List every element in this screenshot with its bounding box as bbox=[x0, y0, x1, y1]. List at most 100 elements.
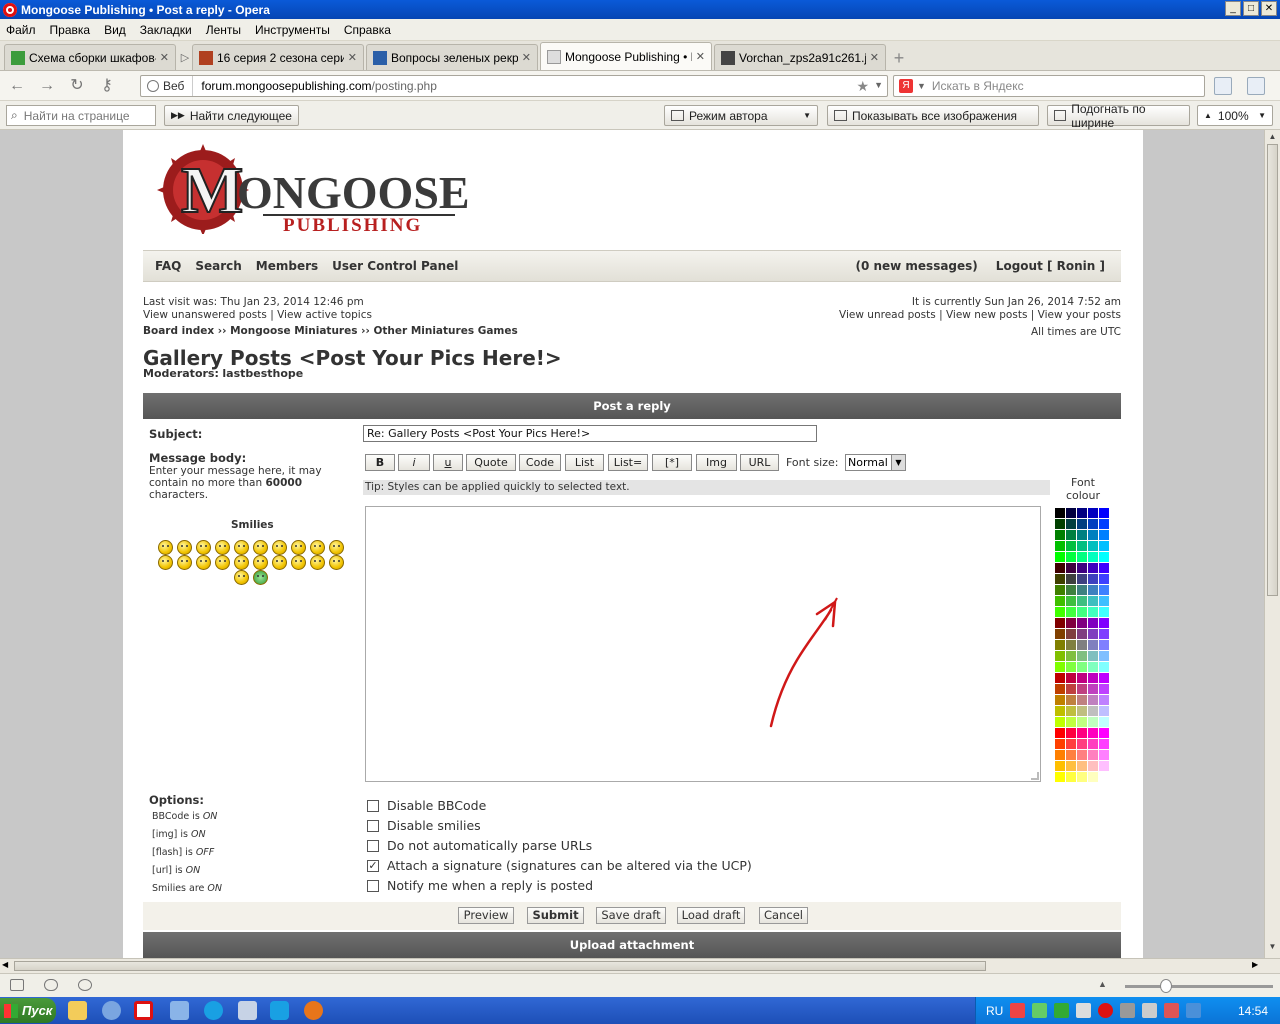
palette-colour[interactable] bbox=[1066, 530, 1076, 540]
panel-toggle-icon[interactable] bbox=[10, 979, 24, 991]
smiley-icon[interactable] bbox=[177, 555, 192, 570]
scroll-left-icon[interactable]: ◀ bbox=[2, 960, 8, 969]
crumb-board-index[interactable]: Board index bbox=[143, 325, 214, 337]
smiley-icon[interactable] bbox=[196, 540, 211, 555]
list-item-button[interactable]: [*] bbox=[652, 454, 692, 471]
palette-colour[interactable] bbox=[1055, 673, 1065, 683]
quote-button[interactable]: Quote bbox=[466, 454, 516, 471]
menu-tools[interactable]: Инструменты bbox=[255, 23, 330, 37]
palette-colour[interactable] bbox=[1066, 706, 1076, 716]
palette-colour[interactable] bbox=[1055, 772, 1065, 782]
tab-1[interactable]: Схема сборки шкафов-... ✕ bbox=[4, 44, 176, 70]
palette-colour[interactable] bbox=[1055, 717, 1065, 727]
palette-colour[interactable] bbox=[1055, 519, 1065, 529]
key-icon[interactable]: ⚷ bbox=[94, 75, 120, 97]
reload-icon[interactable]: ↻ bbox=[64, 75, 90, 97]
smiley-icon[interactable] bbox=[234, 540, 249, 555]
palette-colour[interactable] bbox=[1077, 651, 1087, 661]
palette-colour[interactable] bbox=[1088, 651, 1098, 661]
smiley-icon[interactable] bbox=[158, 540, 173, 555]
subject-input[interactable]: Re: Gallery Posts <Post Your Pics Here!> bbox=[363, 425, 817, 442]
palette-colour[interactable] bbox=[1066, 673, 1076, 683]
palette-colour[interactable] bbox=[1088, 695, 1098, 705]
font-size-select[interactable]: Normal ▼ bbox=[845, 454, 906, 471]
palette-colour[interactable] bbox=[1077, 552, 1087, 562]
tab-2[interactable]: 16 серия 2 сезона сери... ✕ bbox=[192, 44, 364, 70]
palette-colour[interactable] bbox=[1066, 508, 1076, 518]
palette-colour[interactable] bbox=[1055, 662, 1065, 672]
palette-colour[interactable] bbox=[1055, 640, 1065, 650]
palette-colour[interactable] bbox=[1099, 530, 1109, 540]
smiley-icon[interactable] bbox=[291, 555, 306, 570]
palette-colour[interactable] bbox=[1077, 684, 1087, 694]
palette-colour[interactable] bbox=[1099, 728, 1109, 738]
smiley-icon[interactable] bbox=[215, 540, 230, 555]
underline-button[interactable]: u bbox=[433, 454, 463, 471]
url-button[interactable]: URL bbox=[740, 454, 779, 471]
your-posts-link[interactable]: View your posts bbox=[1038, 309, 1121, 321]
palette-colour[interactable] bbox=[1055, 761, 1065, 771]
palette-colour[interactable] bbox=[1077, 761, 1087, 771]
smiley-icon[interactable] bbox=[253, 540, 268, 555]
smiley-icon[interactable] bbox=[253, 570, 268, 585]
palette-colour[interactable] bbox=[1099, 673, 1109, 683]
attach-signature-option[interactable]: ✓ Attach a signature (signatures can be a… bbox=[367, 858, 752, 873]
palette-colour[interactable] bbox=[1099, 695, 1109, 705]
palette-colour[interactable] bbox=[1066, 651, 1076, 661]
menu-bookmarks[interactable]: Закладки bbox=[140, 23, 192, 37]
palette-colour[interactable] bbox=[1066, 750, 1076, 760]
maximize-button[interactable]: □ bbox=[1243, 1, 1259, 16]
palette-colour[interactable] bbox=[1077, 640, 1087, 650]
speed-dial-icon[interactable] bbox=[78, 979, 92, 991]
palette-colour[interactable] bbox=[1088, 629, 1098, 639]
palette-colour[interactable] bbox=[1066, 717, 1076, 727]
palette-colour[interactable] bbox=[1055, 695, 1065, 705]
logout-link[interactable]: Logout [ Ronin ] bbox=[996, 259, 1105, 273]
tab-scroll-icon[interactable]: ▷ bbox=[178, 44, 192, 70]
palette-colour[interactable] bbox=[1077, 706, 1087, 716]
opera-taskbar-icon[interactable] bbox=[134, 1001, 153, 1020]
close-icon[interactable]: ✕ bbox=[348, 51, 357, 64]
menu-file[interactable]: Файл bbox=[6, 23, 36, 37]
palette-colour[interactable] bbox=[1088, 750, 1098, 760]
palette-colour[interactable] bbox=[1055, 629, 1065, 639]
no-parse-urls-checkbox[interactable] bbox=[367, 839, 379, 852]
preview-button[interactable]: Preview bbox=[458, 907, 514, 924]
palette-colour[interactable] bbox=[1088, 530, 1098, 540]
tab-5[interactable]: Vorchan_zps2a91c261.j... ✕ bbox=[714, 44, 886, 70]
palette-colour[interactable] bbox=[1066, 684, 1076, 694]
palette-colour[interactable] bbox=[1077, 629, 1087, 639]
palette-colour[interactable] bbox=[1088, 684, 1098, 694]
scroll-thumb[interactable] bbox=[1267, 144, 1278, 596]
palette-colour[interactable] bbox=[1099, 563, 1109, 573]
load-draft-button[interactable]: Load draft bbox=[677, 907, 745, 924]
palette-colour[interactable] bbox=[1066, 728, 1076, 738]
palette-colour[interactable] bbox=[1077, 662, 1087, 672]
save-draft-button[interactable]: Save draft bbox=[596, 907, 666, 924]
smiley-icon[interactable] bbox=[272, 555, 287, 570]
tray-icon[interactable] bbox=[1010, 1003, 1025, 1018]
palette-colour[interactable] bbox=[1066, 739, 1076, 749]
tray-icon[interactable] bbox=[1054, 1003, 1069, 1018]
author-mode-dropdown[interactable]: Режим автора ▼ bbox=[664, 105, 818, 126]
calculator-icon[interactable] bbox=[238, 1001, 257, 1020]
palette-colour[interactable] bbox=[1099, 706, 1109, 716]
palette-colour[interactable] bbox=[1099, 519, 1109, 529]
list-button[interactable]: List bbox=[565, 454, 604, 471]
palette-colour[interactable] bbox=[1077, 596, 1087, 606]
palette-colour[interactable] bbox=[1066, 596, 1076, 606]
close-icon[interactable]: ✕ bbox=[522, 51, 531, 64]
palette-colour[interactable] bbox=[1099, 750, 1109, 760]
message-textarea[interactable] bbox=[365, 506, 1041, 782]
palette-colour[interactable] bbox=[1099, 552, 1109, 562]
palette-colour[interactable] bbox=[1099, 640, 1109, 650]
palette-colour[interactable] bbox=[1099, 585, 1109, 595]
new-tab-icon[interactable]: + bbox=[888, 46, 910, 70]
moderator-link[interactable]: lastbesthope bbox=[222, 367, 303, 380]
close-icon[interactable]: ✕ bbox=[696, 50, 705, 63]
list-ordered-button[interactable]: List= bbox=[608, 454, 648, 471]
folder-icon[interactable] bbox=[68, 1001, 87, 1020]
palette-colour[interactable] bbox=[1088, 673, 1098, 683]
active-topics-link[interactable]: View active topics bbox=[277, 309, 372, 321]
show-images-button[interactable]: Показывать все изображения bbox=[827, 105, 1039, 126]
